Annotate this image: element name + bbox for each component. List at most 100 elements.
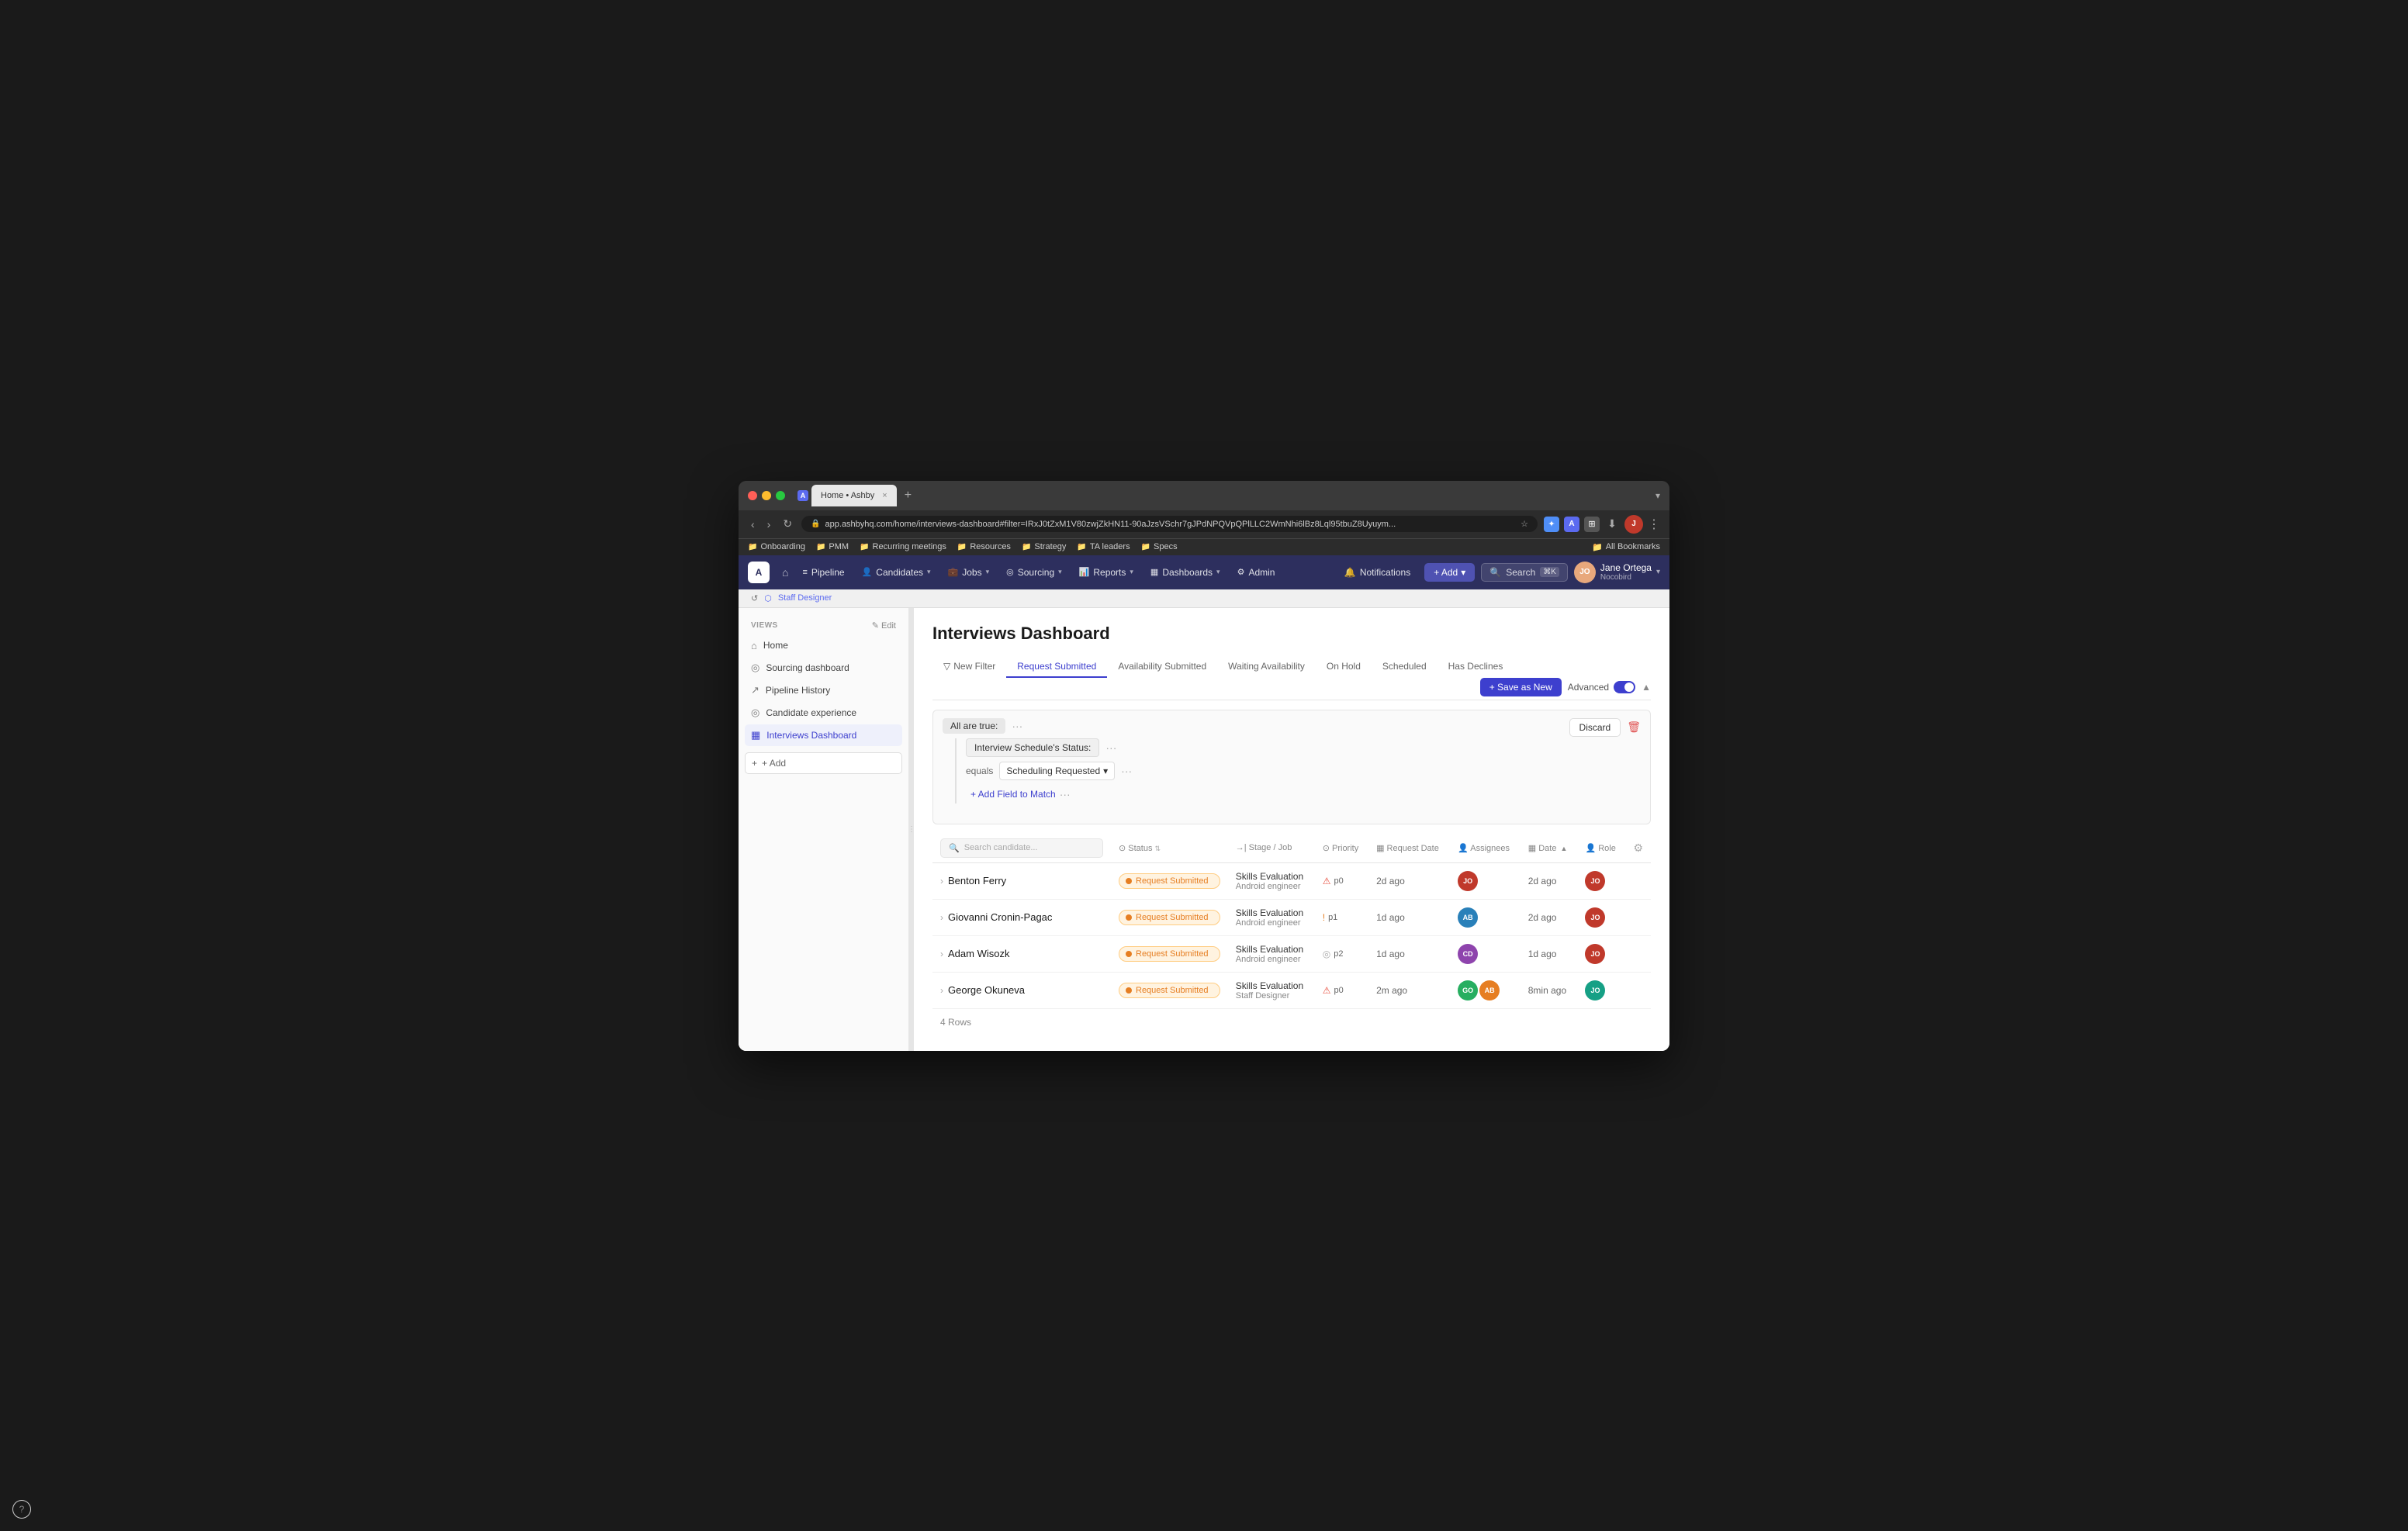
candidate-search-input[interactable]: 🔍 Search candidate... (940, 838, 1103, 858)
nav-item-admin[interactable]: ⚙ Admin (1230, 562, 1283, 582)
bookmark-pmm[interactable]: 📁 PMM (816, 542, 849, 551)
bookmark-label: Recurring meetings (873, 542, 946, 551)
collapse-filter-icon[interactable]: ▲ (1642, 682, 1651, 693)
table-row: › Adam Wisozk Request Submitted (932, 935, 1651, 972)
bookmark-strategy[interactable]: 📁 Strategy (1022, 542, 1066, 551)
nav-item-candidates[interactable]: 👤 Candidates ▾ (854, 562, 939, 582)
dashboards-icon: ▦ (1150, 567, 1158, 577)
candidate-name[interactable]: George Okuneva (948, 984, 1025, 996)
filter-tab-availability-submitted[interactable]: Availability Submitted (1107, 656, 1217, 678)
table-settings-icon[interactable]: ⚙ (1633, 842, 1643, 854)
nav-label: Dashboards (1162, 567, 1213, 578)
maximize-button[interactable] (776, 491, 785, 500)
candidate-experience-icon: ◎ (751, 707, 759, 719)
priority-badge: ◎ p2 (1323, 949, 1361, 959)
sidebar-item-home[interactable]: ⌂ Home (745, 635, 902, 656)
bookmark-ta-leaders[interactable]: 📁 TA leaders (1077, 542, 1130, 551)
user-info[interactable]: JO Jane Ortega Nocobird ▾ (1574, 562, 1660, 583)
all-true-badge: All are true: (943, 718, 1005, 734)
active-tab[interactable]: Home • Ashby × (811, 485, 897, 506)
sidebar-item-pipeline-history[interactable]: ↗ Pipeline History (745, 679, 902, 701)
col-status: ⊙ Status ⇅ (1111, 834, 1228, 863)
search-button[interactable]: 🔍 Search ⌘K (1481, 563, 1568, 582)
browser-menu-icon[interactable]: ⋮ (1648, 517, 1660, 532)
priority-label: p0 (1334, 986, 1343, 995)
bookmark-folder-icon: 📁 (1077, 543, 1086, 551)
condition-row: Interview Schedule's Status: ··· (966, 738, 1132, 757)
status-dot-icon (1126, 987, 1132, 994)
discard-button[interactable]: Discard (1569, 718, 1621, 737)
ashby-logo[interactable]: A (748, 562, 770, 583)
download-icon[interactable]: ⬇ (1604, 517, 1620, 532)
sidebar-item-candidate-experience[interactable]: ◎ Candidate experience (745, 702, 902, 724)
sort-icon[interactable]: ⇅ (1155, 845, 1161, 852)
add-button[interactable]: + Add ▾ (1424, 563, 1475, 582)
bookmark-onboarding[interactable]: 📁 Onboarding (748, 542, 805, 551)
nav-item-reports[interactable]: 📊 Reports ▾ (1071, 562, 1141, 582)
tab-overflow-icon[interactable]: ▾ (1656, 490, 1660, 501)
candidate-name[interactable]: Adam Wisozk (948, 948, 1009, 959)
sidebar-item-label: Pipeline History (766, 685, 830, 696)
save-as-new-label: + Save as New (1489, 682, 1552, 693)
advanced-toggle-switch[interactable] (1614, 681, 1635, 693)
date-value: 2d ago (1528, 912, 1557, 923)
value-menu-icon[interactable]: ··· (1121, 765, 1132, 777)
sourcing-icon: ◎ (1006, 567, 1014, 577)
reload-button[interactable]: ↻ (780, 516, 795, 532)
sidebar-edit-button[interactable]: ✎ Edit (872, 620, 896, 631)
save-as-new-button[interactable]: + Save as New (1480, 678, 1562, 696)
filter-tab-waiting-availability[interactable]: Waiting Availability (1217, 656, 1316, 678)
extension-icon-ashby[interactable]: A (1564, 517, 1579, 532)
bookmark-star-icon[interactable]: ☆ (1521, 519, 1528, 529)
filter-tab-scheduled[interactable]: Scheduled (1372, 656, 1438, 678)
extension-icon-3[interactable]: ⊞ (1584, 517, 1600, 532)
all-bookmarks[interactable]: 📁 All Bookmarks (1592, 542, 1660, 552)
notifications-button[interactable]: 🔔 Notifications (1337, 563, 1418, 582)
home-nav-button[interactable]: ⌂ (776, 563, 794, 582)
nav-item-jobs[interactable]: 💼 Jobs ▾ (940, 562, 998, 582)
bookmark-specs[interactable]: 📁 Specs (1141, 542, 1178, 551)
bookmark-resources[interactable]: 📁 Resources (957, 542, 1011, 551)
filter-bar: ▽ New Filter Request Submitted Availabil… (932, 656, 1651, 700)
filter-tab-has-declines[interactable]: Has Declines (1438, 656, 1514, 678)
condition-value-select[interactable]: Scheduling Requested ▾ (999, 762, 1115, 780)
row-expand-icon[interactable]: › (940, 876, 943, 886)
assignee-avatar-2: AB (1479, 980, 1500, 1001)
filter-tab-on-hold[interactable]: On Hold (1316, 656, 1372, 678)
home-icon: ⌂ (751, 640, 757, 651)
candidate-name[interactable]: Benton Ferry (948, 875, 1006, 886)
priority-label: p1 (1328, 913, 1337, 922)
url-bar[interactable]: 🔒 app.ashbyhq.com/home/interviews-dashbo… (801, 516, 1538, 532)
new-filter-tab[interactable]: ▽ New Filter (932, 656, 1006, 678)
tab-close-icon[interactable]: × (882, 491, 887, 500)
equals-label: equals (966, 766, 993, 776)
extension-icon-1[interactable]: ✦ (1544, 517, 1559, 532)
conditions-menu-icon[interactable]: ··· (1012, 720, 1022, 732)
sidebar-item-interviews-dashboard[interactable]: ▦ Interviews Dashboard (745, 724, 902, 746)
new-tab-button[interactable]: + (900, 489, 916, 503)
row-expand-icon[interactable]: › (940, 985, 943, 996)
add-field-to-match-button[interactable]: + Add Field to Match ··· (966, 785, 1132, 804)
sidebar-item-sourcing[interactable]: ◎ Sourcing dashboard (745, 657, 902, 679)
close-button[interactable] (748, 491, 757, 500)
nav-item-sourcing[interactable]: ◎ Sourcing ▾ (998, 562, 1070, 582)
browser-profile-icon[interactable]: J (1624, 515, 1643, 534)
filter-tab-request-submitted[interactable]: Request Submitted (1006, 656, 1107, 678)
back-button[interactable]: ‹ (748, 517, 758, 532)
bookmark-folder-icon: 📁 (1141, 543, 1150, 551)
row-expand-icon[interactable]: › (940, 949, 943, 959)
add-view-button[interactable]: + + Add (745, 752, 902, 774)
row-expand-icon[interactable]: › (940, 912, 943, 923)
bookmark-recurring[interactable]: 📁 Recurring meetings (860, 542, 946, 551)
stage-col-icon: →| (1236, 843, 1247, 852)
nav-item-pipeline[interactable]: ≡ Pipeline (794, 562, 852, 582)
date-sort-icon[interactable]: ▲ (1561, 845, 1568, 852)
chevron-down-icon: ▾ (1103, 766, 1108, 776)
delete-filter-icon[interactable]: 🗑 (1627, 721, 1641, 734)
condition-menu-icon[interactable]: ··· (1105, 741, 1116, 754)
candidate-name[interactable]: Giovanni Cronin-Pagac (948, 911, 1052, 923)
add-field-menu-icon[interactable]: ··· (1060, 788, 1071, 800)
forward-button[interactable]: › (764, 517, 774, 532)
minimize-button[interactable] (762, 491, 771, 500)
nav-item-dashboards[interactable]: ▦ Dashboards ▾ (1143, 562, 1228, 582)
